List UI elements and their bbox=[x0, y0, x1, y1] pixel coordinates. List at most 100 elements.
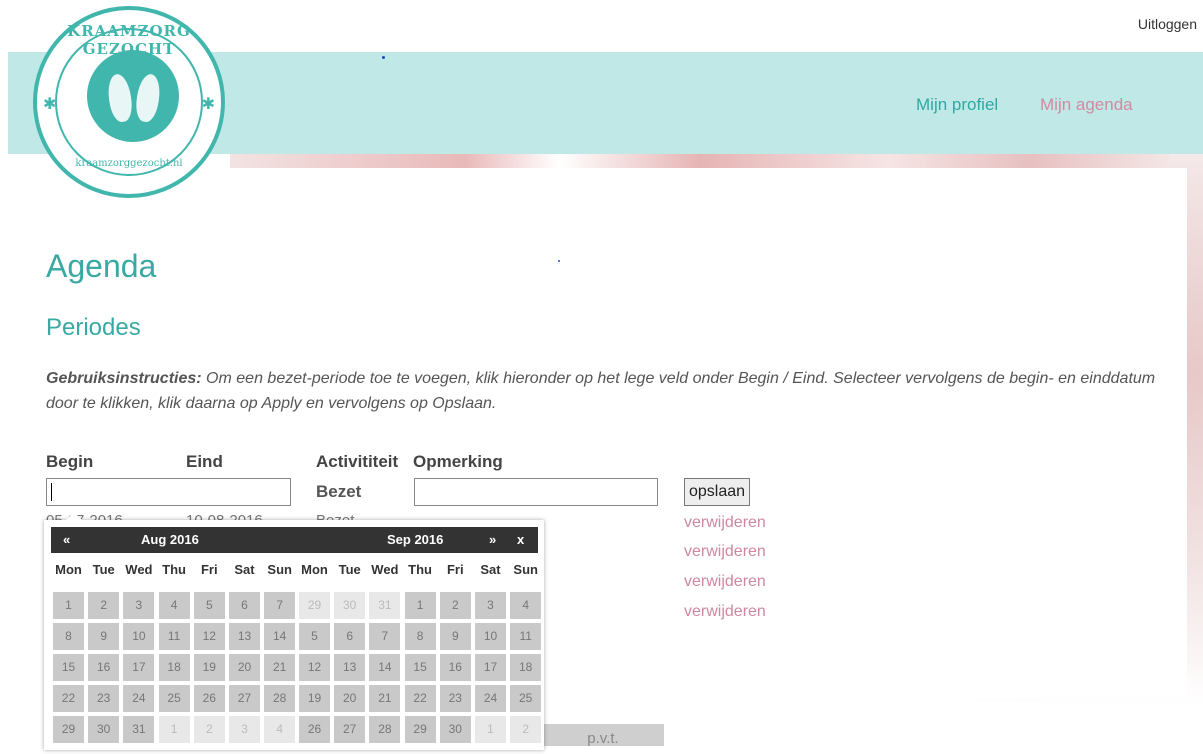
weekday-header: Sun bbox=[513, 562, 538, 577]
prev-month-button[interactable]: « bbox=[63, 532, 70, 547]
calendar-day[interactable]: 31 bbox=[369, 592, 401, 619]
calendar-day[interactable]: 19 bbox=[299, 685, 330, 712]
calendar-day[interactable]: 18 bbox=[510, 654, 542, 681]
calendar-day[interactable]: 29 bbox=[53, 716, 84, 743]
calendar-day[interactable]: 29 bbox=[299, 592, 330, 619]
calendar-day[interactable]: 19 bbox=[193, 654, 225, 681]
delete-link[interactable]: verwijderen bbox=[684, 543, 766, 561]
calendar-day[interactable]: 1 bbox=[158, 716, 190, 743]
weekday-header: Fri bbox=[446, 562, 464, 577]
calendar-day[interactable]: 24 bbox=[123, 685, 155, 712]
next-month-button[interactable]: » bbox=[489, 532, 496, 547]
calendar-day[interactable]: 2 bbox=[510, 716, 542, 743]
logout-link[interactable]: Uitloggen bbox=[1138, 16, 1197, 32]
calendar-day[interactable]: 28 bbox=[369, 716, 401, 743]
calendar-day[interactable]: 1 bbox=[404, 592, 436, 619]
calendar-day[interactable]: 22 bbox=[53, 685, 84, 712]
calendar-day[interactable]: 25 bbox=[510, 685, 542, 712]
nav-my-profile[interactable]: Mijn profiel bbox=[916, 95, 998, 115]
calendar-day[interactable]: 9 bbox=[439, 623, 471, 650]
calendar-day[interactable]: 14 bbox=[369, 654, 401, 681]
calendar-day[interactable]: 12 bbox=[193, 623, 225, 650]
weekday-header: Mon bbox=[301, 562, 328, 577]
calendar-day[interactable]: 11 bbox=[510, 623, 542, 650]
calendar-day[interactable]: 23 bbox=[439, 685, 471, 712]
begin-end-date-input[interactable] bbox=[46, 478, 291, 506]
calendar-day[interactable]: 26 bbox=[193, 685, 225, 712]
column-header-activiteit: Activititeit bbox=[316, 452, 399, 471]
weekday-header: Mon bbox=[55, 562, 82, 577]
calendar-day[interactable]: 13 bbox=[229, 623, 260, 650]
calendar-day[interactable]: 25 bbox=[158, 685, 190, 712]
calendar-day[interactable]: 2 bbox=[193, 716, 225, 743]
calendar-day[interactable]: 20 bbox=[229, 654, 260, 681]
new-activity: Bezet bbox=[316, 482, 362, 501]
delete-link[interactable]: verwijderen bbox=[684, 573, 766, 591]
right-foot-icon bbox=[133, 72, 163, 124]
calendar-day[interactable]: 14 bbox=[264, 623, 296, 650]
calendar-day[interactable]: 29 bbox=[404, 716, 436, 743]
left-foot-icon bbox=[105, 72, 135, 124]
logo[interactable]: KRAAMZORG GEZOCHT ✱ ✱ kraamzorggezocht.n… bbox=[33, 6, 225, 198]
calendar-day[interactable]: 26 bbox=[299, 716, 330, 743]
calendar-day[interactable]: 23 bbox=[88, 685, 120, 712]
calendar-day[interactable]: 1 bbox=[475, 716, 506, 743]
column-header-opmerking: Opmerking bbox=[413, 452, 503, 471]
right-month-label: Sep 2016 bbox=[387, 532, 444, 547]
calendar-day[interactable]: 9 bbox=[88, 623, 120, 650]
star-icon: ✱ bbox=[43, 96, 57, 113]
calendar-day[interactable]: 1 bbox=[53, 592, 84, 619]
calendar-day[interactable]: 16 bbox=[439, 654, 471, 681]
calendar-day[interactable]: 6 bbox=[334, 623, 366, 650]
nav-my-agenda[interactable]: Mijn agenda bbox=[1040, 95, 1133, 115]
calendar-day[interactable]: 27 bbox=[229, 685, 260, 712]
calendar-day[interactable]: 27 bbox=[334, 716, 366, 743]
calendar-day[interactable]: 15 bbox=[404, 654, 436, 681]
calendar-day[interactable]: 6 bbox=[229, 592, 260, 619]
calendar-day[interactable]: 17 bbox=[123, 654, 155, 681]
calendar-day[interactable]: 21 bbox=[264, 654, 296, 681]
calendar-day[interactable]: 10 bbox=[475, 623, 506, 650]
calendar-day[interactable]: 16 bbox=[88, 654, 120, 681]
calendar-day[interactable]: 30 bbox=[334, 592, 366, 619]
dot-artifact bbox=[558, 260, 560, 262]
save-button[interactable]: opslaan bbox=[684, 478, 751, 506]
close-picker-button[interactable]: x bbox=[517, 532, 524, 547]
picker-header: « Aug 2016 Sep 2016 » x bbox=[51, 527, 538, 553]
calendar-day[interactable]: 30 bbox=[88, 716, 120, 743]
calendar-day[interactable]: 5 bbox=[193, 592, 225, 619]
calendar-day[interactable]: 4 bbox=[510, 592, 542, 619]
star-icon: ✱ bbox=[201, 96, 215, 113]
calendar-day[interactable]: 3 bbox=[475, 592, 506, 619]
calendar-day[interactable]: 8 bbox=[53, 623, 84, 650]
calendar-day[interactable]: 31 bbox=[123, 716, 155, 743]
calendar-day[interactable]: 17 bbox=[475, 654, 506, 681]
partial-button[interactable]: p.v.t. bbox=[542, 724, 664, 747]
calendar-day[interactable]: 13 bbox=[334, 654, 366, 681]
calendar-day[interactable]: 4 bbox=[264, 716, 296, 743]
calendar-day[interactable]: 2 bbox=[88, 592, 120, 619]
calendar-day[interactable]: 15 bbox=[53, 654, 84, 681]
calendar-day[interactable]: 4 bbox=[158, 592, 190, 619]
calendar-day[interactable]: 12 bbox=[299, 654, 330, 681]
calendar-day[interactable]: 30 bbox=[439, 716, 471, 743]
calendar-day[interactable]: 22 bbox=[404, 685, 436, 712]
calendar-day[interactable]: 28 bbox=[264, 685, 296, 712]
delete-link[interactable]: verwijderen bbox=[684, 603, 766, 621]
calendar-day[interactable]: 2 bbox=[439, 592, 471, 619]
delete-link[interactable]: verwijderen bbox=[684, 514, 766, 532]
calendar-day[interactable]: 18 bbox=[158, 654, 190, 681]
calendar-day[interactable]: 24 bbox=[475, 685, 506, 712]
calendar-day[interactable]: 7 bbox=[264, 592, 296, 619]
calendar-day[interactable]: 3 bbox=[123, 592, 155, 619]
calendar-day[interactable]: 7 bbox=[369, 623, 401, 650]
remark-input[interactable] bbox=[414, 478, 658, 506]
calendar-day[interactable]: 3 bbox=[229, 716, 260, 743]
calendar-day[interactable]: 5 bbox=[299, 623, 330, 650]
column-header-eind: Eind bbox=[186, 452, 223, 471]
calendar-day[interactable]: 21 bbox=[369, 685, 401, 712]
calendar-day[interactable]: 20 bbox=[334, 685, 366, 712]
calendar-day[interactable]: 10 bbox=[123, 623, 155, 650]
calendar-day[interactable]: 8 bbox=[404, 623, 436, 650]
calendar-day[interactable]: 11 bbox=[158, 623, 190, 650]
